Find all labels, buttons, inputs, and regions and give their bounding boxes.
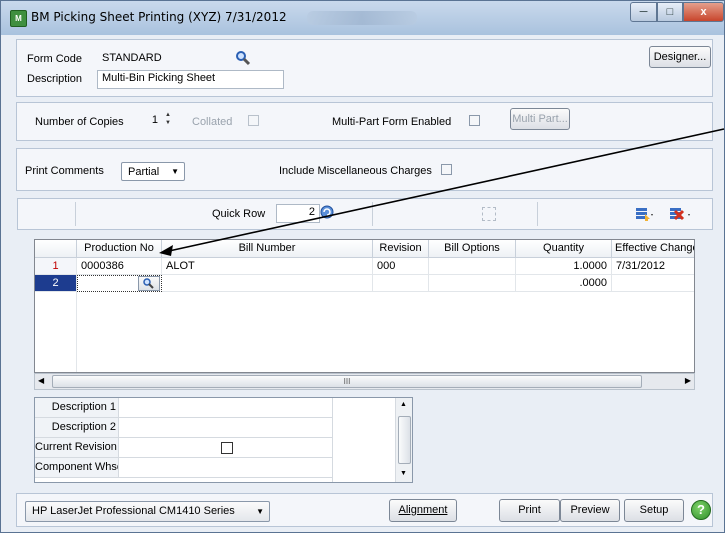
blurred-title-region: [307, 11, 417, 25]
quick-row-input[interactable]: 2: [276, 204, 320, 223]
disabled-tool-icon: [482, 207, 496, 221]
misc-charges-checkbox[interactable]: [441, 164, 452, 175]
copies-input[interactable]: 1: [129, 112, 163, 131]
preview-button[interactable]: Preview: [560, 499, 620, 522]
print-button[interactable]: Print: [499, 499, 560, 522]
scroll-down-icon[interactable]: ▼: [400, 470, 407, 477]
toolbar-divider: [75, 202, 76, 226]
copies-panel: Number of Copies 1 ▲▼ Collated Multi-Par…: [16, 102, 713, 141]
print-comments-value: Partial: [128, 166, 160, 178]
scroll-left-icon[interactable]: ◀: [38, 376, 44, 385]
delete-row-icon[interactable]: [669, 206, 693, 222]
detail-row[interactable]: Description 2: [35, 418, 332, 438]
toolbar-divider: [537, 202, 538, 226]
bill-number-cell[interactable]: ALOT: [162, 258, 373, 275]
row-number[interactable]: 2: [35, 275, 77, 292]
print-button-label: Print: [518, 504, 541, 516]
current-revision-checkbox[interactable]: [221, 442, 233, 454]
maximize-button[interactable]: □: [657, 2, 683, 22]
form-code-input[interactable]: STANDARD: [97, 50, 247, 68]
print-comments-label: Print Comments: [25, 165, 104, 177]
bill-options-cell[interactable]: [429, 258, 516, 275]
details-scroll-thumb[interactable]: [398, 416, 411, 464]
collated-checkbox[interactable]: [248, 115, 259, 126]
detail-label: Component Whse: [35, 458, 119, 477]
line-details-panel: Description 1 Description 2 Current Revi…: [34, 397, 413, 483]
quantity-cell[interactable]: .0000: [516, 275, 612, 292]
setup-button-label: Setup: [639, 504, 669, 516]
scroll-up-icon[interactable]: ▲: [400, 401, 407, 408]
preview-button-label: Preview: [570, 504, 610, 516]
revision-cell[interactable]: 000: [373, 258, 429, 275]
setup-button[interactable]: Setup: [624, 499, 684, 522]
multipart-checkbox[interactable]: [469, 115, 480, 126]
comments-panel: Print Comments Partial ▼ Include Miscell…: [16, 148, 713, 191]
title-bar[interactable]: M BM Picking Sheet Printing (XYZ) 7/31/2…: [1, 1, 724, 35]
column-header[interactable]: Effective Change D: [612, 240, 694, 258]
printer-value: HP LaserJet Professional CM1410 Series: [32, 505, 235, 517]
grid-line: [76, 292, 77, 372]
designer-button[interactable]: Designer...: [649, 46, 711, 68]
effective-date-cell[interactable]: 7/31/2012: [612, 258, 694, 275]
detail-label: Description 1: [35, 398, 119, 417]
main-window: M BM Picking Sheet Printing (XYZ) 7/31/2…: [0, 0, 725, 533]
column-header[interactable]: Quantity: [516, 240, 612, 258]
lookup-icon[interactable]: [235, 50, 251, 66]
multipart-button-label: Multi Part...: [512, 113, 568, 125]
insert-row-icon[interactable]: [635, 206, 655, 222]
description-input[interactable]: Multi-Bin Picking Sheet: [97, 70, 284, 89]
detail-row[interactable]: Description 1: [35, 398, 332, 418]
column-header[interactable]: Bill Options: [429, 240, 516, 258]
bill-number-cell[interactable]: [162, 275, 373, 292]
quick-row-label: Quick Row: [212, 208, 266, 220]
chevron-down-icon: ▼: [256, 507, 264, 516]
chevron-down-icon: ▼: [171, 167, 179, 176]
multipart-label: Multi-Part Form Enabled: [332, 116, 452, 128]
scroll-thumb[interactable]: III: [52, 375, 642, 388]
printer-select[interactable]: HP LaserJet Professional CM1410 Series ▼: [25, 501, 270, 522]
grid-horizontal-scrollbar[interactable]: ◀ III ▶: [34, 373, 695, 390]
minimize-button[interactable]: ─: [630, 2, 657, 22]
column-header[interactable]: Bill Number: [162, 240, 373, 258]
multipart-button[interactable]: Multi Part...: [510, 108, 570, 130]
bill-options-cell[interactable]: [429, 275, 516, 292]
app-icon: M: [10, 10, 27, 27]
quantity-cell[interactable]: 1.0000: [516, 258, 612, 275]
scroll-right-icon[interactable]: ▶: [685, 376, 691, 385]
print-comments-select[interactable]: Partial ▼: [121, 162, 185, 181]
close-button[interactable]: x: [683, 2, 724, 22]
help-icon[interactable]: ?: [691, 500, 711, 520]
alignment-button-label: Alignment: [398, 504, 448, 516]
cell-lookup-button[interactable]: [138, 276, 160, 291]
row-header-corner: [35, 240, 77, 258]
production-no-cell[interactable]: 0000386: [77, 258, 162, 275]
alignment-button[interactable]: Alignment: [389, 499, 457, 522]
designer-button-label: Designer...: [653, 51, 707, 63]
toolbar-divider: [372, 202, 373, 226]
lines-grid[interactable]: Production No Bill Number Revision Bill …: [34, 239, 695, 373]
detail-row[interactable]: Component Whse: [35, 458, 332, 478]
row-number[interactable]: 1: [35, 258, 77, 275]
effective-date-cell[interactable]: [612, 275, 694, 292]
search-icon: [143, 278, 154, 289]
bottom-bar: HP LaserJet Professional CM1410 Series ▼…: [16, 493, 713, 527]
detail-label: Description 2: [35, 418, 119, 437]
collated-label: Collated: [192, 116, 233, 128]
detail-row[interactable]: Current Revision: [35, 438, 332, 458]
copies-spinner[interactable]: ▲▼: [165, 111, 175, 131]
window-title: BM Picking Sheet Printing (XYZ) 7/31/201…: [31, 10, 287, 24]
detail-label: Current Revision: [35, 438, 119, 457]
column-header[interactable]: Production No: [77, 240, 162, 258]
details-vertical-scrollbar[interactable]: ▲ ▼: [395, 398, 412, 482]
revision-cell[interactable]: [373, 275, 429, 292]
copies-label: Number of Copies: [35, 116, 124, 128]
refresh-icon[interactable]: [320, 205, 334, 219]
form-code-label: Form Code: [27, 53, 83, 65]
panel-divider: [332, 398, 333, 482]
form-code-panel: Form Code STANDARD Description Multi-Bin…: [16, 39, 713, 97]
misc-charges-label: Include Miscellaneous Charges: [279, 165, 432, 177]
column-header[interactable]: Revision: [373, 240, 429, 258]
description-label: Description: [27, 73, 83, 85]
grid-toolbar: Quick Row 2: [17, 198, 713, 230]
